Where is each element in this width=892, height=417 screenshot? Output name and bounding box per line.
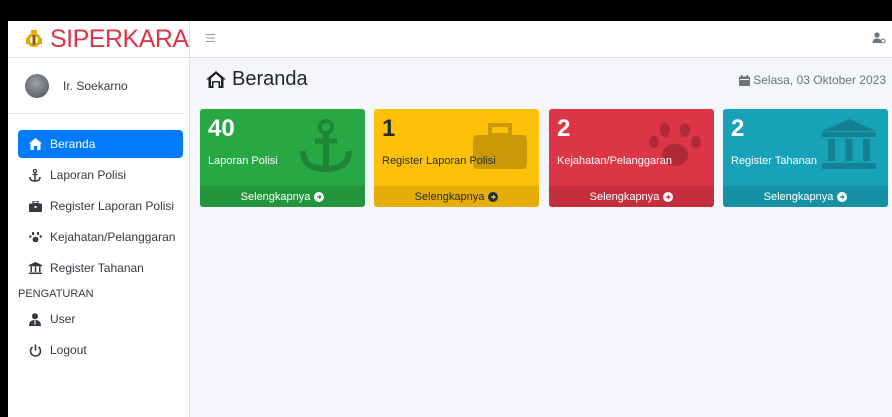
page-title: Beranda [232,68,308,90]
home-icon [28,137,42,151]
calendar-icon [739,74,751,86]
sidebar-item-label: User [50,312,76,326]
sidebar-nav: Beranda Laporan Polisi Register Laporan … [8,114,189,364]
sidebar-item-logout[interactable]: Logout [18,336,183,364]
stat-box-kejahatan: 2 Kejahatan/Pelanggaran Selengkapnya [549,109,714,207]
sidebar-item-label: Logout [50,343,87,357]
arrow-circle-right-icon [314,191,325,202]
stat-value: 40 [208,115,235,142]
stat-box-register-laporan-polisi: 1 Register Laporan Polisi Selengkapnya [374,109,539,207]
stat-value: 2 [731,115,745,142]
more-info-link[interactable]: Selengkapnya [723,186,888,207]
more-info-label: Selengkapnya [414,190,485,203]
stat-label: Register Laporan Polisi [382,155,496,167]
user-menu-icon[interactable] [872,31,886,45]
more-info-label: Selengkapnya [240,190,311,203]
briefcase-icon [28,199,42,213]
arrow-circle-right-icon [663,191,674,202]
more-info-link[interactable]: Selengkapnya [200,186,365,207]
sidebar-item-laporan-polisi[interactable]: Laporan Polisi [18,161,183,189]
date-text: Selasa, 03 Oktober 2023 [753,73,886,87]
user-tie-icon [28,312,42,326]
more-info-link[interactable]: Selengkapnya [374,186,539,207]
landmark-icon [28,261,42,275]
user-name: Ir. Soekarno [63,78,128,93]
sidebar-item-label: Register Tahanan [50,261,144,275]
stat-value: 2 [557,115,571,142]
brand-link[interactable]: SIPERKARA [8,21,189,58]
page-header: Beranda [206,68,308,91]
app-window: SIPERKARA Ir. Soekarno Beranda Laporan P… [8,21,892,417]
sidebar-item-register-tahanan[interactable]: Register Tahanan [18,254,183,282]
anchor-icon [300,119,352,173]
top-navbar [190,21,892,58]
sidebar-item-label: Kejahatan/Pelanggaran [50,230,176,244]
paw-icon [28,230,42,244]
menu-icon[interactable] [206,32,218,44]
more-info-label: Selengkapnya [763,190,834,203]
sidebar-item-label: Beranda [50,137,96,151]
sidebar-item-register-laporan-polisi[interactable]: Register Laporan Polisi [18,192,183,220]
sidebar: SIPERKARA Ir. Soekarno Beranda Laporan P… [8,21,190,417]
date-display: Selasa, 03 Oktober 2023 [739,73,886,87]
brand-name: SIPERKARA [50,24,189,53]
stat-box-register-tahanan: 2 Register Tahanan Selengkapnya [723,109,888,207]
landmark-icon [822,119,876,169]
sidebar-item-kejahatan[interactable]: Kejahatan/Pelanggaran [18,223,183,251]
more-info-label: Selengkapnya [589,190,660,203]
home-icon [206,71,226,88]
stat-value: 1 [382,115,396,142]
power-icon [28,343,42,357]
sidebar-item-beranda[interactable]: Beranda [18,130,183,158]
more-info-link[interactable]: Selengkapnya [549,186,714,207]
screen-frame: SIPERKARA Ir. Soekarno Beranda Laporan P… [0,0,892,417]
user-panel[interactable]: Ir. Soekarno [8,58,183,114]
stat-label: Kejahatan/Pelanggaran [557,155,672,167]
sidebar-section-header: PENGATURAN [18,288,94,300]
sidebar-item-label: Laporan Polisi [50,168,127,182]
stat-label: Register Tahanan [731,155,818,167]
stat-label: Laporan Polisi [208,155,278,167]
sidebar-item-user[interactable]: User [18,305,183,333]
sidebar-item-label: Register Laporan Polisi [50,199,175,213]
avatar [25,73,49,98]
anchor-icon [28,168,42,182]
stat-box-laporan-polisi: 40 Laporan Polisi Selengkapnya [200,109,365,207]
arrow-circle-right-icon [837,191,848,202]
arrow-circle-right-icon [488,191,499,202]
logo-icon [26,30,42,47]
